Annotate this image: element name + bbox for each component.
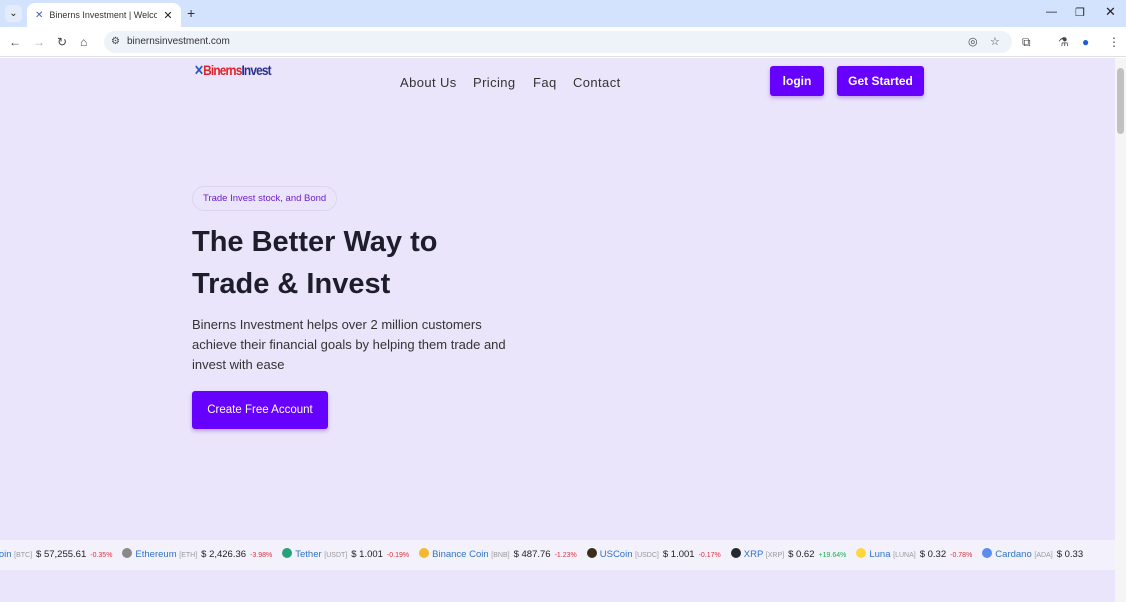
coin-name: XRP [743,549,764,560]
ticker-item[interactable]: Binance Coin [BNB] $ 487.76 -1.23% [419,540,577,570]
coin-icon [856,548,867,558]
coin-symbol: [ADA] [1034,552,1053,559]
coin-change: +19.64% [818,552,847,559]
scrollbar-thumb[interactable] [1117,68,1124,134]
coin-name: USCoin [599,549,633,560]
hero-title-line-2: Trade & Invest [192,268,391,300]
coin-change: -0.78% [950,552,973,559]
site-settings-icon[interactable]: ⚙ [111,31,120,53]
coin-symbol: [XRP] [765,552,785,559]
login-button[interactable]: login [770,66,824,96]
page: ✕BinernsInvest About Us Pricing Faq Cont… [0,58,1115,602]
scrollbar[interactable] [1115,58,1126,602]
coin-symbol: [USDC] [635,552,659,559]
labs-icon[interactable]: ⚗ [1058,35,1069,49]
url-input[interactable]: ⚙ binernsinvestment.com ◎ ☆ [104,31,1012,53]
coin-name: Tether [295,549,322,560]
crypto-ticker: Bitcoin [BTC]$ 57,255.61-0.35% Ethereum [… [0,540,1115,570]
coin-price: $ 2,426.36 [201,549,247,560]
coin-icon [586,548,597,558]
url-text: binernsinvestment.com [127,36,230,47]
forward-icon[interactable]: → [33,35,45,49]
favicon-icon: ✕ [35,9,44,21]
coin-change: -0.35% [90,552,113,559]
coin-change: -0.19% [386,552,410,559]
coin-price: $ 487.76 [513,549,551,560]
coin-change: -1.23% [554,552,577,559]
minimize-button[interactable]: — [1046,6,1057,18]
coin-symbol: [USDT] [324,552,348,559]
coin-name: Binance Coin [432,549,489,560]
star-icon[interactable]: ☆ [990,31,1000,53]
coin-name: Luna [869,549,891,560]
close-tab-icon[interactable]: ✕ [163,9,172,22]
menu-icon[interactable]: ⋮ [1108,35,1120,49]
nav-contact[interactable]: Contact [573,75,621,90]
ticker-item[interactable]: Cardano [ADA] $ 0.33 [982,540,1087,570]
hero-title-line-1: The Better Way to [192,226,438,258]
hero-title: The Better Way to Trade & Invest [192,221,592,305]
coin-price: $ 0.32 [919,549,947,560]
tab-bar: ⌄ ✕ Binerns Investment | Welcome ✕ + — ❐… [0,0,1126,27]
ticker-item[interactable]: USCoin [USDC] $ 1.001 -0.17% [586,540,721,570]
logo-text-a: Binerns [203,62,242,78]
coin-change: -3.98% [250,552,273,559]
coin-price: $ 0.62 [788,549,815,560]
get-started-button[interactable]: Get Started [837,66,924,96]
restore-button[interactable]: ❐ [1075,6,1085,19]
extensions-icon[interactable]: ⧉ [1022,35,1031,50]
ticker-item[interactable]: Bitcoin [BTC]$ 57,255.61-0.35% [0,540,112,570]
hero-badge: Trade Invest stock, and Bond [192,186,338,211]
browser-tab[interactable]: ✕ Binerns Investment | Welcome ✕ [27,3,181,27]
reload-icon[interactable]: ↻ [57,35,67,49]
back-icon[interactable]: ← [9,35,21,49]
hero-description: Binerns Investment helps over 2 million … [192,317,506,372]
coin-price: $ 1.001 [662,549,695,560]
logo-text-b: Invest [241,62,271,78]
nav-faq[interactable]: Faq [533,75,557,90]
coin-icon [982,548,993,558]
nav-pricing[interactable]: Pricing [473,75,516,90]
address-bar-row: ← → ↻ ⌂ ⚙ binernsinvestment.com ◎ ☆ ⧉ ⚗ … [0,27,1126,57]
coin-icon [730,548,741,558]
coin-name: Ethereum [135,549,177,560]
tab-search-button[interactable]: ⌄ [5,5,22,22]
new-tab-button[interactable]: + [187,5,195,21]
eye-off-icon[interactable]: ◎ [968,31,978,53]
coin-icon [419,548,430,558]
ticker-item[interactable]: Luna [LUNA] $ 0.32 -0.78% [856,540,972,570]
coin-name: Cardano [995,549,1032,560]
ticker-item[interactable]: Ethereum [ETH] $ 2,426.36 -3.98% [122,540,272,570]
home-icon[interactable]: ⌂ [80,35,87,49]
ticker-item[interactable]: XRP [XRP] $ 0.62 +19.64% [730,540,847,570]
logo[interactable]: ✕BinernsInvest [194,62,272,79]
create-account-button[interactable]: Create Free Account [192,391,328,429]
coin-icon [282,548,293,558]
coin-symbol: [LUNA] [893,552,916,559]
tab-title: Binerns Investment | Welcome [49,10,158,20]
coin-symbol: [BTC] [14,552,33,559]
coin-icon [122,548,133,558]
logo-icon: ✕ [194,62,204,78]
coin-name: Bitcoin [0,549,12,560]
nav-about-us[interactable]: About Us [400,75,457,90]
coin-price: $ 0.33 [1056,549,1084,560]
coin-symbol: [ETH] [179,552,198,559]
profile-icon[interactable]: ● [1082,35,1089,49]
coin-price: $ 57,255.61 [36,549,87,560]
coin-price: $ 1.001 [351,549,383,560]
close-window-button[interactable]: ✕ [1105,4,1116,20]
coin-change: -0.17% [698,552,721,559]
coin-symbol: [BNB] [491,552,510,559]
ticker-item[interactable]: Tether [USDT] $ 1.001 -0.19% [282,540,409,570]
